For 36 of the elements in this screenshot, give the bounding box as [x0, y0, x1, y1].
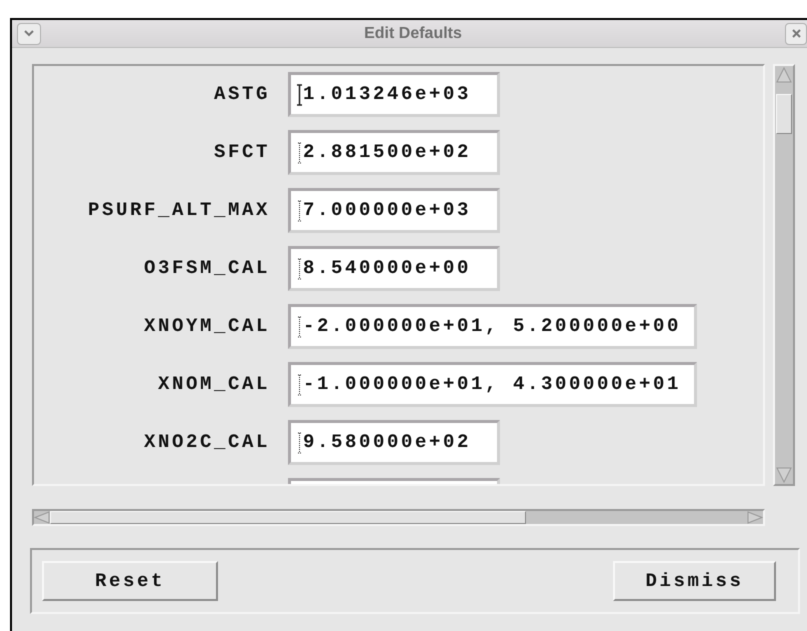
field-value: -2.000000e+01, 5.200000e+00 — [303, 314, 682, 340]
window-title: Edit Defaults — [363, 24, 463, 42]
scrollbar-thumb[interactable] — [776, 94, 792, 134]
field-label: O3FSM_CAL — [142, 256, 270, 282]
close-button[interactable] — [785, 22, 807, 44]
horizontal-scrollbar[interactable] — [32, 509, 765, 526]
field-label: XNOYM_CAL — [142, 314, 270, 340]
input-field[interactable]: -1.000000e+01, 4.300000e+01 — [288, 362, 697, 407]
field-label: SFCT — [212, 140, 270, 166]
field-label: PSURF_ALT_MAX — [86, 198, 270, 224]
field-value: 8.540000e+00 — [303, 256, 472, 282]
input-field[interactable]: 7.000000e+03 — [288, 188, 500, 233]
field-value: -1.000000e+01, 4.300000e+01 — [303, 372, 682, 398]
dismiss-button[interactable]: Dismiss — [613, 561, 776, 601]
input-field[interactable]: -2.000000e+01, 5.200000e+00 — [288, 304, 697, 349]
vertical-scrollbar[interactable] — [773, 64, 795, 486]
field-value: 7.000000e+03 — [303, 198, 472, 224]
reset-button[interactable]: Reset — [42, 561, 218, 601]
close-icon — [792, 29, 800, 38]
field-label: ASTG — [212, 82, 270, 108]
input-field[interactable]: 1.013246e+03 — [288, 72, 500, 117]
input-field[interactable]: 8.540000e+00 — [288, 246, 500, 291]
scroll-right-arrow-icon[interactable] — [747, 511, 763, 524]
scroll-up-arrow-icon[interactable] — [775, 66, 793, 84]
input-field[interactable]: 2.881500e+02 — [288, 130, 500, 175]
field-label: XNO2C_CAL — [142, 430, 270, 456]
field-label: XNOM_CAL — [156, 372, 270, 398]
chevron-down-icon — [24, 30, 34, 37]
window-menu-button[interactable] — [17, 22, 41, 44]
field-value: 2.881500e+02 — [303, 140, 472, 166]
scroll-down-arrow-icon[interactable] — [775, 466, 793, 484]
field-value: 9.580000e+02 — [303, 430, 472, 456]
input-field[interactable]: 9.580000e+02 — [288, 420, 500, 465]
scroll-left-arrow-icon[interactable] — [34, 511, 50, 524]
scrollbar-thumb[interactable] — [50, 511, 526, 524]
field-value: 1.013246e+03 — [303, 82, 472, 108]
